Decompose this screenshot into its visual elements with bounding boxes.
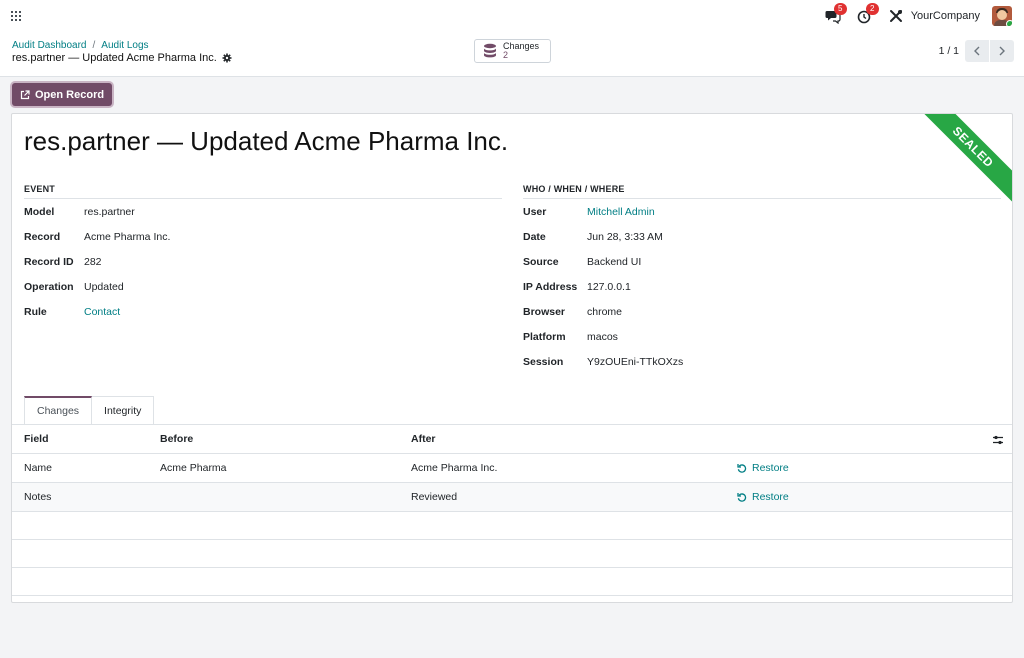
changes-stat-button[interactable]: Changes 2 — [474, 39, 551, 63]
field-ip-address: IP Address 127.0.0.1 — [523, 274, 1001, 299]
field-session: Session Y9zOUEni-TTkOXzs — [523, 349, 1001, 374]
record-title: res.partner — Updated Acme Pharma Inc. — [24, 126, 509, 156]
column-header-after[interactable]: After — [411, 433, 737, 445]
field-record-id: Record ID 282 — [24, 249, 502, 274]
field-value: 127.0.0.1 — [587, 280, 631, 293]
field-value: Jun 28, 3:33 AM — [587, 230, 663, 243]
current-record-name: res.partner — Updated Acme Pharma Inc. — [12, 52, 217, 64]
field-rule: Rule Contact — [24, 299, 502, 324]
empty-table-row — [12, 540, 1012, 568]
field-label: User — [523, 205, 547, 218]
field-platform: Platform macos — [523, 324, 1001, 349]
restore-label: Restore — [752, 491, 789, 503]
form-sheet: SEALED res.partner — Updated Acme Pharma… — [11, 113, 1013, 603]
messages-button[interactable]: 5 — [825, 3, 847, 24]
pager-value[interactable]: 1 / 1 — [939, 45, 959, 57]
activities-badge: 2 — [865, 3, 879, 15]
breadcrumb-audit-dashboard[interactable]: Audit Dashboard — [12, 40, 87, 51]
chevron-right-icon — [999, 46, 1005, 56]
systray: 5 2 YourCompany — [825, 3, 1012, 27]
pager-previous-button[interactable] — [965, 40, 989, 62]
notebook-tabs: Changes Integrity — [24, 396, 155, 424]
breadcrumb-current-record: res.partner — Updated Acme Pharma Inc. — [12, 52, 232, 64]
context-group-title: WHO / WHEN / WHERE — [523, 184, 1001, 199]
field-source: Source Backend UI — [523, 249, 1001, 274]
cell-after: Acme Pharma Inc. — [411, 462, 498, 474]
database-icon — [484, 43, 496, 58]
table-header-row: Field Before After — [12, 425, 1012, 454]
field-date: Date Jun 28, 3:33 AM — [523, 224, 1001, 249]
changes-table: Field Before After Name Acme Pharma Acme… — [12, 424, 1012, 596]
changes-stat-label: Changes — [503, 41, 540, 51]
pager: 1 / 1 — [939, 40, 1014, 62]
chevron-left-icon — [974, 46, 980, 56]
tools-icon[interactable] — [889, 9, 903, 23]
messages-badge: 5 — [833, 3, 847, 15]
context-group: WHO / WHEN / WHERE User Mitchell Admin D… — [523, 184, 1001, 374]
field-value: macos — [587, 330, 618, 343]
field-label: Rule — [24, 305, 47, 318]
field-label: Session — [523, 355, 564, 368]
company-switcher[interactable]: YourCompany — [911, 10, 980, 22]
undo-icon — [737, 493, 747, 502]
breadcrumb: Audit Dashboard / Audit Logs — [12, 40, 149, 51]
user-link[interactable]: Mitchell Admin — [587, 206, 655, 218]
field-label: Browser — [523, 305, 566, 318]
undo-icon — [737, 464, 747, 473]
field-label: Source — [523, 255, 559, 268]
column-header-before[interactable]: Before — [160, 433, 411, 445]
breadcrumb-audit-logs[interactable]: Audit Logs — [101, 40, 148, 51]
changes-stat-value: 2 — [503, 50, 509, 60]
pager-next-button[interactable] — [990, 40, 1014, 62]
tab-integrity[interactable]: Integrity — [92, 396, 155, 424]
field-value: Backend UI — [587, 255, 642, 268]
field-value: res.partner — [84, 205, 135, 218]
breadcrumb-separator: / — [92, 40, 96, 51]
column-header-field[interactable]: Field — [12, 433, 160, 445]
top-navbar: 5 2 YourCompany — [0, 0, 1024, 32]
field-model: Model res.partner — [24, 199, 502, 224]
user-avatar[interactable] — [992, 6, 1012, 26]
field-label: Date — [523, 230, 546, 243]
activities-button[interactable]: 2 — [857, 3, 879, 24]
optional-columns-icon[interactable] — [992, 434, 1004, 446]
event-group: EVENT Model res.partner Record Acme Phar… — [24, 184, 502, 324]
field-label: Record ID — [24, 255, 74, 268]
field-operation: Operation Updated — [24, 274, 502, 299]
restore-button[interactable]: Restore — [737, 462, 1012, 474]
field-user: User Mitchell Admin — [523, 199, 1001, 224]
tab-changes[interactable]: Changes — [24, 396, 93, 424]
field-value: Y9zOUEni-TTkOXzs — [587, 355, 684, 368]
open-record-label: Open Record — [35, 88, 105, 101]
field-label: IP Address — [523, 280, 578, 293]
event-group-title: EVENT — [24, 184, 502, 199]
restore-button[interactable]: Restore — [737, 491, 1012, 503]
field-record: Record Acme Pharma Inc. — [24, 224, 502, 249]
gear-icon[interactable] — [222, 53, 232, 63]
apps-menu-icon[interactable] — [11, 11, 23, 23]
external-link-icon — [20, 89, 30, 99]
cell-field: Name — [24, 462, 53, 474]
field-value: 282 — [84, 255, 102, 268]
open-record-button[interactable]: Open Record — [12, 83, 113, 106]
field-label: Model — [24, 205, 55, 218]
field-browser: Browser chrome — [523, 299, 1001, 324]
field-value: Acme Pharma Inc. — [84, 230, 171, 243]
field-label: Platform — [523, 330, 566, 343]
table-row[interactable]: Name Acme Pharma Acme Pharma Inc. Restor… — [12, 454, 1012, 483]
restore-label: Restore — [752, 462, 789, 474]
field-value: chrome — [587, 305, 623, 318]
rule-link[interactable]: Contact — [84, 306, 120, 318]
field-label: Record — [24, 230, 61, 243]
online-status-dot — [1006, 20, 1012, 26]
field-label: Operation — [24, 280, 74, 293]
table-row[interactable]: Notes Reviewed Restore — [12, 483, 1012, 512]
cell-after: Reviewed — [411, 491, 458, 503]
cell-field: Notes — [24, 491, 52, 503]
control-panel: Audit Dashboard / Audit Logs res.partner… — [0, 32, 1024, 77]
cell-before: Acme Pharma — [160, 462, 227, 474]
empty-table-row — [12, 512, 1012, 540]
empty-table-row — [12, 568, 1012, 596]
field-value: Updated — [84, 280, 124, 293]
